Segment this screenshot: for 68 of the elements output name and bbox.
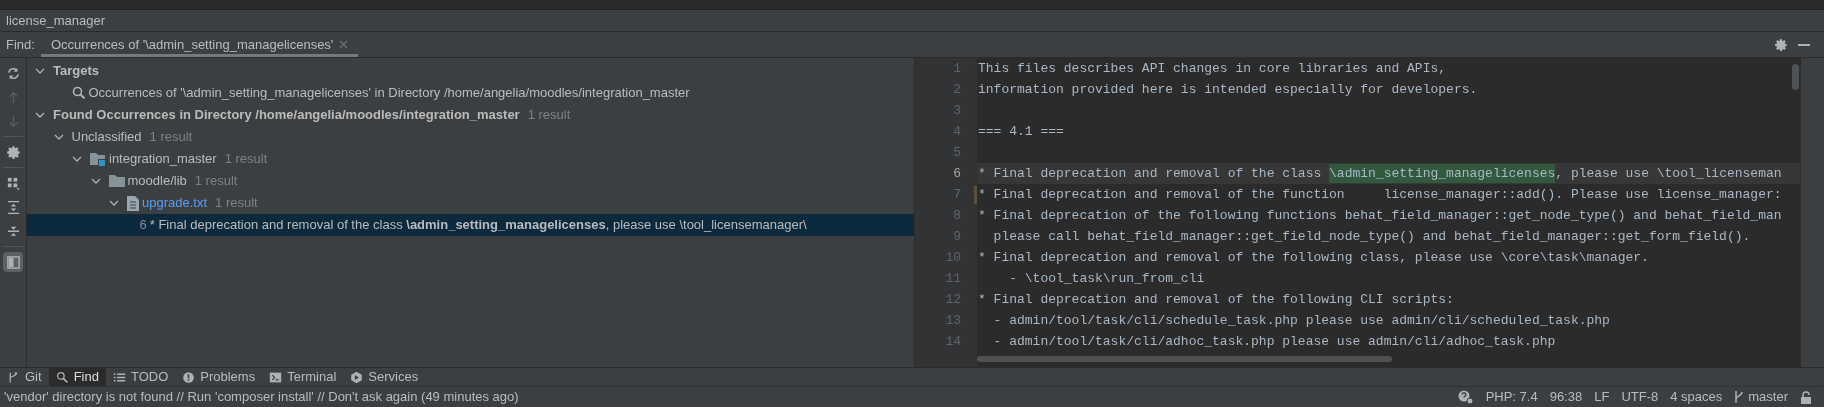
tool-window-tab[interactable]: TODO: [105, 368, 176, 386]
group-label[interactable]: Found Occurrences in Directory /home/angelia/moodles/integration_master: [53, 105, 520, 125]
line-number: 6: [953, 164, 961, 183]
code-text: This files describes API changes in core libraries and APIs,: [978, 59, 1447, 78]
scrollbar[interactable]: [1792, 64, 1799, 90]
tool-window-tab[interactable]: Git: [0, 368, 49, 386]
result-text: * Final deprecation and removal of the class \admin_setting_managelicenses, please use \tool_licensemanager\: [149, 216, 807, 235]
settings-icon[interactable]: [1774, 37, 1788, 52]
chevron-icon[interactable]: [72, 154, 82, 164]
change-marker: [974, 186, 977, 204]
result-count: 1 result: [215, 194, 258, 213]
unlocked-icon[interactable]: [1800, 390, 1812, 404]
module-name[interactable]: integration_master: [109, 149, 217, 169]
chevron-icon[interactable]: [90, 176, 101, 186]
project-title: license_manager: [6, 11, 105, 30]
code-text: * Final deprecation and removal of the following class, please use \core\task\manager.: [978, 248, 1649, 267]
list-icon: [112, 370, 126, 384]
result-count: 1 result: [527, 106, 571, 125]
code-text: - admin/tool/task/cli/schedule_task.php please use admin/cli/scheduled_task.php: [992, 311, 1610, 330]
search-icon: [55, 370, 69, 384]
status-item[interactable]: PHP: 7.4: [1485, 387, 1538, 407]
code-text: , please use \tool_licenseman: [1555, 164, 1782, 183]
search-target[interactable]: Occurrences of '\admin_setting_managelicenses' in Directory /home/angelia/moodles/integration_master: [88, 83, 690, 103]
find-label: Find:: [5, 35, 36, 54]
code-text: === 4.1 ===: [978, 122, 1064, 141]
result-count: 1 result: [224, 150, 268, 169]
folder-name[interactable]: moodle/lib: [127, 171, 187, 191]
find-tab[interactable]: Occurrences of '\admin_setting_managelicenses': [40, 32, 359, 57]
inspection-icon[interactable]: [1457, 389, 1474, 405]
code-text: * Final deprecation and removal of the following CLI scripts:: [978, 290, 1454, 309]
category-label[interactable]: Unclassified: [71, 127, 142, 147]
minimize-icon[interactable]: [1798, 43, 1810, 46]
status-item[interactable]: 96:38: [1549, 387, 1583, 407]
tool-window-tab[interactable]: Problems: [175, 368, 263, 386]
file-link[interactable]: upgrade.txt: [142, 193, 208, 213]
status-item[interactable]: LF: [1594, 387, 1610, 407]
preview-panel-icon[interactable]: [3, 252, 23, 272]
line-number: 6: [139, 216, 147, 235]
search-match: \admin_setting_managelicenses: [1329, 163, 1556, 184]
code-text: - \tool_task\run_from_cli: [1008, 269, 1205, 288]
code-text: - admin/tool/task/cli/adhoc_task.php please use admin/cli/adhoc_task.php: [992, 332, 1556, 351]
status-item[interactable]: 4 spaces: [1670, 387, 1723, 407]
tool-window-tab[interactable]: Terminal: [262, 368, 344, 386]
code-text: information provided here is intended especially for developers.: [978, 80, 1478, 99]
result-count: 1 result: [149, 128, 193, 147]
search-icon: [71, 86, 86, 100]
branch-icon: [7, 370, 20, 384]
module-folder-icon: [90, 152, 106, 166]
chevron-icon[interactable]: [35, 110, 45, 120]
tool-window-tab[interactable]: Find: [48, 368, 106, 386]
status-item[interactable]: UTF-8: [1621, 387, 1659, 407]
result-count: 1 result: [194, 172, 238, 191]
chevron-icon[interactable]: [109, 198, 119, 208]
status-message[interactable]: 'vendor' directory is not found // Run 'composer install' // Don't ask again (49 minutes ago): [0, 387, 519, 407]
result-row[interactable]: 6 * Final deprecation and removal of the class \admin_setting_managelicenses, please use \tool_licensemanager\: [27, 214, 914, 236]
branch-selector[interactable]: master: [1734, 387, 1788, 407]
chevron-icon[interactable]: [53, 132, 64, 142]
group-label[interactable]: Targets: [53, 61, 99, 81]
text-file-icon: [127, 195, 139, 211]
scrollbar[interactable]: [977, 356, 1392, 362]
branch-icon: [1734, 390, 1745, 404]
code-text: * Final deprecation and removal of the function license_manager::add(). Please use license_manager:: [978, 185, 1782, 204]
code-text: please call behat_field_manager::get_field_node_type() and behat_field_manager::get_form_field().: [992, 227, 1751, 246]
folder-icon: [108, 174, 125, 188]
code-text: * Final deprecation of the following functions behat_field_manager::get_node_type() and behat_field_man: [978, 206, 1782, 225]
tool-window-tab[interactable]: Services: [343, 368, 426, 386]
code-text: * Final deprecation and removal of the class: [978, 164, 1323, 183]
chevron-icon[interactable]: [35, 66, 45, 76]
